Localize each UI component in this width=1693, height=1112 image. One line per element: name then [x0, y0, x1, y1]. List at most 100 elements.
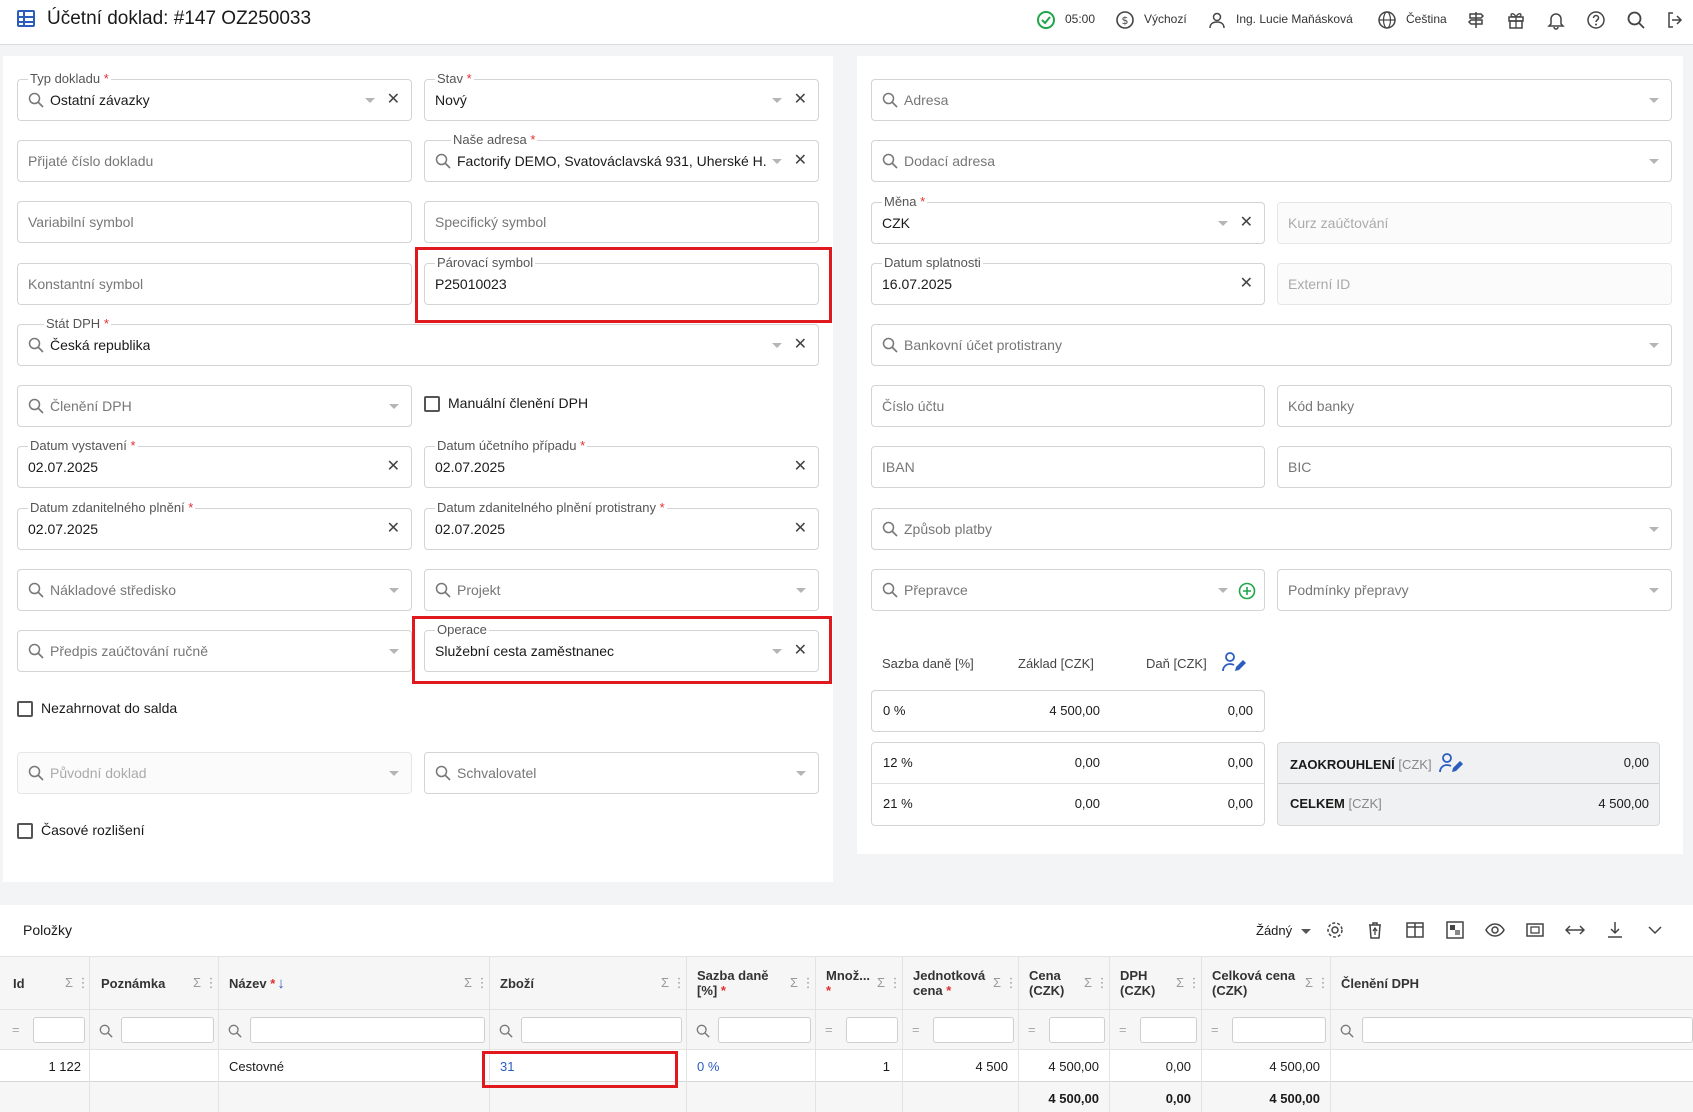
nezahrnovat-checkbox[interactable] [17, 701, 33, 717]
podminky-prepravy-field[interactable]: Podmínky přepravy [1277, 569, 1672, 611]
datum-splatnosti-field[interactable]: Datum splatnosti 16.07.2025 ✕ [871, 255, 1265, 305]
variabilni-symbol-field[interactable]: Variabilní symbol [17, 201, 412, 243]
help-icon[interactable] [1586, 10, 1606, 30]
gear-icon[interactable] [1325, 920, 1345, 940]
nakladove-stredisko-field[interactable]: Nákladové středisko [17, 569, 412, 611]
datum-ucetniho-field[interactable]: Datum účetního případu * 02.07.2025 ✕ [424, 438, 819, 488]
zbozi-link[interactable]: 31 [500, 1059, 514, 1074]
chevron-down-icon[interactable] [796, 771, 806, 776]
chevron-down-icon[interactable] [772, 343, 782, 348]
chevron-down-icon[interactable] [1218, 588, 1228, 593]
manualni-cleneni-checkbox[interactable] [424, 396, 440, 412]
col-nazev[interactable]: Název * ↓ [229, 976, 285, 991]
user-name[interactable]: Ing. Lucie Maňásková [1236, 12, 1353, 26]
filter-poznamka[interactable] [121, 1017, 214, 1043]
close-icon[interactable]: ✕ [1240, 275, 1253, 293]
zpusob-platby-field[interactable]: Způsob platby [871, 508, 1672, 550]
trash-icon[interactable] [1365, 920, 1385, 940]
equals-icon[interactable]: = [912, 1022, 920, 1037]
close-icon[interactable]: ✕ [794, 152, 807, 170]
specificky-symbol-field[interactable]: Specifický symbol [424, 201, 819, 243]
user-edit-icon[interactable] [1221, 651, 1247, 673]
expand-horizontal-icon[interactable] [1565, 920, 1585, 940]
columns-icon[interactable] [1405, 920, 1425, 940]
datum-vystaveni-field[interactable]: Datum vystavení * 02.07.2025 ✕ [17, 438, 412, 488]
currency-setting[interactable]: Výchozí [1144, 12, 1187, 26]
parovaci-symbol-field[interactable]: Párovací symbol P25010023 [424, 255, 819, 305]
chevron-down-icon[interactable] [1645, 920, 1665, 940]
logout-icon[interactable] [1665, 10, 1685, 30]
kod-banky-field[interactable]: Kód banky [1277, 385, 1672, 427]
datum-zdanitelneho-protistrany-field[interactable]: Datum zdanitelného plnění protistrany * … [424, 500, 819, 550]
close-icon[interactable]: ✕ [387, 520, 400, 538]
filter-celkova[interactable] [1232, 1017, 1326, 1043]
equals-icon[interactable]: = [12, 1022, 20, 1037]
col-sazba[interactable]: Sazba daně [%] * [697, 968, 769, 998]
konstantni-symbol-field[interactable]: Konstantní symbol [17, 263, 412, 305]
chevron-down-icon[interactable] [1649, 527, 1659, 532]
filter-zbozi[interactable] [521, 1017, 682, 1043]
col-zbozi[interactable]: Zboží [500, 976, 534, 991]
col-cleneni-dph[interactable]: Členění DPH [1341, 976, 1419, 991]
equals-icon[interactable]: = [1119, 1022, 1127, 1037]
chevron-down-icon[interactable] [389, 588, 399, 593]
col-poznamka[interactable]: Poznámka [101, 976, 165, 991]
eye-icon[interactable] [1485, 920, 1505, 940]
user-edit-icon[interactable] [1438, 752, 1464, 774]
chevron-down-icon[interactable] [1649, 98, 1659, 103]
filter-jednotkova[interactable] [933, 1017, 1014, 1043]
cleneni-dph-field[interactable]: Členění DPH [17, 385, 412, 427]
dodaci-adresa-field[interactable]: Dodací adresa [871, 140, 1672, 182]
col-id[interactable]: Id [13, 976, 25, 991]
sazba-link[interactable]: 0 % [697, 1059, 719, 1074]
equals-icon[interactable]: = [1028, 1022, 1036, 1037]
chevron-down-icon[interactable] [772, 98, 782, 103]
close-icon[interactable]: ✕ [794, 520, 807, 538]
chevron-down-icon[interactable] [1218, 221, 1228, 226]
cislo-uctu-field[interactable]: Číslo účtu [871, 385, 1265, 427]
download-icon[interactable] [1605, 920, 1625, 940]
filter-sazba[interactable] [718, 1017, 811, 1043]
frame-icon[interactable] [1525, 920, 1545, 940]
prepravce-field[interactable]: Přepravce [871, 569, 1265, 611]
search-icon[interactable] [1626, 10, 1646, 30]
close-icon[interactable]: ✕ [794, 458, 807, 476]
col-mnozstvi[interactable]: Množ... * [826, 968, 870, 998]
close-icon[interactable]: ✕ [794, 91, 807, 109]
bankovni-ucet-field[interactable]: Bankovní účet protistrany [871, 324, 1672, 366]
chevron-down-icon[interactable] [365, 98, 375, 103]
nase-adresa-field[interactable]: Naše adresa * Factorify DEMO, Svatovácla… [424, 132, 819, 182]
schvalovatel-field[interactable]: Schvalovatel [424, 752, 819, 794]
filter-dph[interactable] [1140, 1017, 1197, 1043]
filter-mnozstvi[interactable] [846, 1017, 898, 1043]
equals-icon[interactable]: = [1211, 1022, 1219, 1037]
col-dph[interactable]: DPH (CZK) [1120, 968, 1155, 998]
chevron-down-icon[interactable] [1649, 588, 1659, 593]
view-select[interactable]: Žádný [1256, 923, 1311, 938]
datum-zdanitelneho-field[interactable]: Datum zdanitelného plnění * 02.07.2025 ✕ [17, 500, 412, 550]
gift-icon[interactable] [1506, 10, 1526, 30]
close-icon[interactable]: ✕ [387, 458, 400, 476]
casove-rozliseni-checkbox[interactable] [17, 823, 33, 839]
adresa-field[interactable]: Adresa [871, 79, 1672, 121]
bic-field[interactable]: BIC [1277, 446, 1672, 488]
stat-dph-field[interactable]: Stát DPH * Česká republika ✕ [17, 316, 819, 366]
mena-field[interactable]: Měna * CZK ✕ [871, 194, 1265, 244]
predpis-zauctovani-field[interactable]: Předpis zaúčtování ručně [17, 630, 412, 672]
close-icon[interactable]: ✕ [387, 91, 400, 109]
filter-nazev[interactable] [250, 1017, 485, 1043]
typ-dokladu-field[interactable]: Typ dokladu * Ostatní závazky ✕ [17, 71, 412, 121]
close-icon[interactable]: ✕ [794, 336, 807, 354]
chevron-down-icon[interactable] [772, 649, 782, 654]
close-icon[interactable]: ✕ [1240, 214, 1253, 232]
operace-field[interactable]: Operace Služební cesta zaměstnanec ✕ [424, 622, 819, 672]
filter-cena[interactable] [1049, 1017, 1105, 1043]
language-select[interactable]: Čeština [1406, 12, 1447, 26]
close-icon[interactable]: ✕ [794, 642, 807, 660]
filter-cleneni[interactable] [1362, 1017, 1693, 1043]
iban-field[interactable]: IBAN [871, 446, 1265, 488]
filter-id[interactable] [33, 1017, 85, 1043]
bell-icon[interactable] [1546, 10, 1566, 30]
signpost-icon[interactable] [1466, 10, 1486, 30]
equals-icon[interactable]: = [825, 1022, 833, 1037]
